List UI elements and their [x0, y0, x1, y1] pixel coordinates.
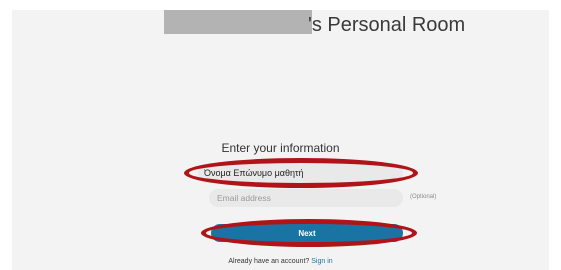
- account-prompt-text: Already have an account?: [228, 258, 310, 265]
- email-field[interactable]: [209, 189, 403, 207]
- signin-prompt: Already have an account? Sign in: [0, 258, 561, 265]
- optional-label: (Optional): [410, 194, 437, 200]
- room-title: 's Personal Room: [308, 14, 466, 36]
- signin-link[interactable]: Sign in: [311, 258, 332, 265]
- next-button[interactable]: Next: [211, 224, 403, 242]
- form-heading: Enter your information: [221, 141, 340, 155]
- redacted-name-block: [164, 10, 312, 34]
- name-field[interactable]: [198, 163, 403, 183]
